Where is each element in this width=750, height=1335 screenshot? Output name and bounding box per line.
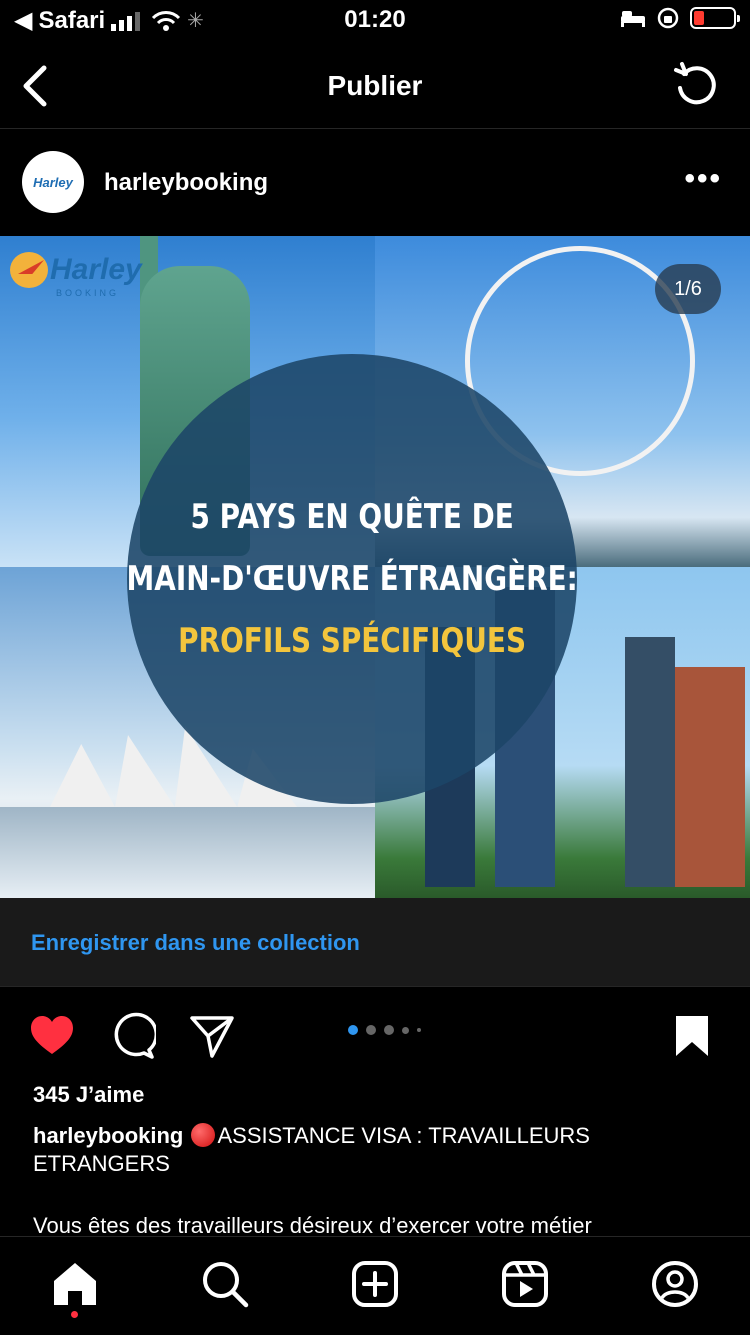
harley-logo: Harley BOOKING [10,252,142,298]
refresh-icon[interactable] [672,60,720,108]
profile-icon[interactable] [650,1259,700,1309]
caption-continuation: Vous êtes des travailleurs désireux d’ex… [33,1213,592,1236]
heart-icon[interactable] [28,1012,76,1060]
post-username[interactable]: harleybooking [104,169,268,197]
page-title: Publier [327,70,423,101]
nav-header: Publier [0,44,750,129]
carousel-dot-5 [417,1028,421,1032]
rotation-lock-icon [657,7,679,29]
carousel-dot-4 [402,1026,409,1034]
save-to-collection-link[interactable]: Enregistrer dans une collection [31,930,360,956]
avatar[interactable]: Harley [22,151,84,213]
bookmark-icon[interactable] [668,1012,716,1060]
post-header: Harley harleybooking ••• [0,129,750,235]
sleep-mode-icon [621,11,645,27]
carousel-dot-2 [366,1025,376,1035]
home-icon[interactable] [50,1259,100,1309]
plane-logo-icon [10,252,48,288]
battery-icon [690,7,740,29]
headline-circle: 5 PAYS EN QUÊTE DE MAIN-D'ŒUVRE ÉTRANGÈR… [126,354,578,804]
share-icon[interactable] [188,1012,236,1060]
slide-counter: 1/6 [655,264,721,314]
headline-line-2: MAIN-D'ŒUVRE ÉTRANGÈRE: [126,559,578,599]
caption: harleybooking ASSISTANCE VISA : TRAVAILL… [33,1122,723,1178]
carousel-dot-1 [348,1025,358,1035]
save-collection-bar: Enregistrer dans une collection [0,898,750,987]
headline-line-1: 5 PAYS EN QUÊTE DE [190,497,514,537]
red-circle-emoji-icon [191,1123,216,1147]
comment-icon[interactable] [108,1012,156,1060]
reels-icon[interactable] [500,1259,550,1309]
post-actions [0,987,750,1077]
active-tab-indicator [71,1311,78,1318]
caption-username[interactable]: harleybooking [33,1123,183,1148]
status-bar: ◀ Safari ✳ 01:20 [0,0,750,44]
more-options-icon[interactable]: ••• [684,164,722,194]
tab-bar [0,1236,750,1335]
carousel-dots [348,1025,421,1035]
search-icon[interactable] [200,1259,250,1309]
headline-line-3: PROFILS SPÉCIFIQUES [178,621,526,661]
carousel-dot-3 [384,1025,394,1035]
avatar-logo: Harley [33,174,73,190]
create-icon[interactable] [350,1259,400,1309]
likes-count[interactable]: 345 J’aime [33,1082,144,1108]
post-image[interactable]: Harley BOOKING 1/6 5 PAYS EN QUÊTE DE MA… [0,236,750,898]
